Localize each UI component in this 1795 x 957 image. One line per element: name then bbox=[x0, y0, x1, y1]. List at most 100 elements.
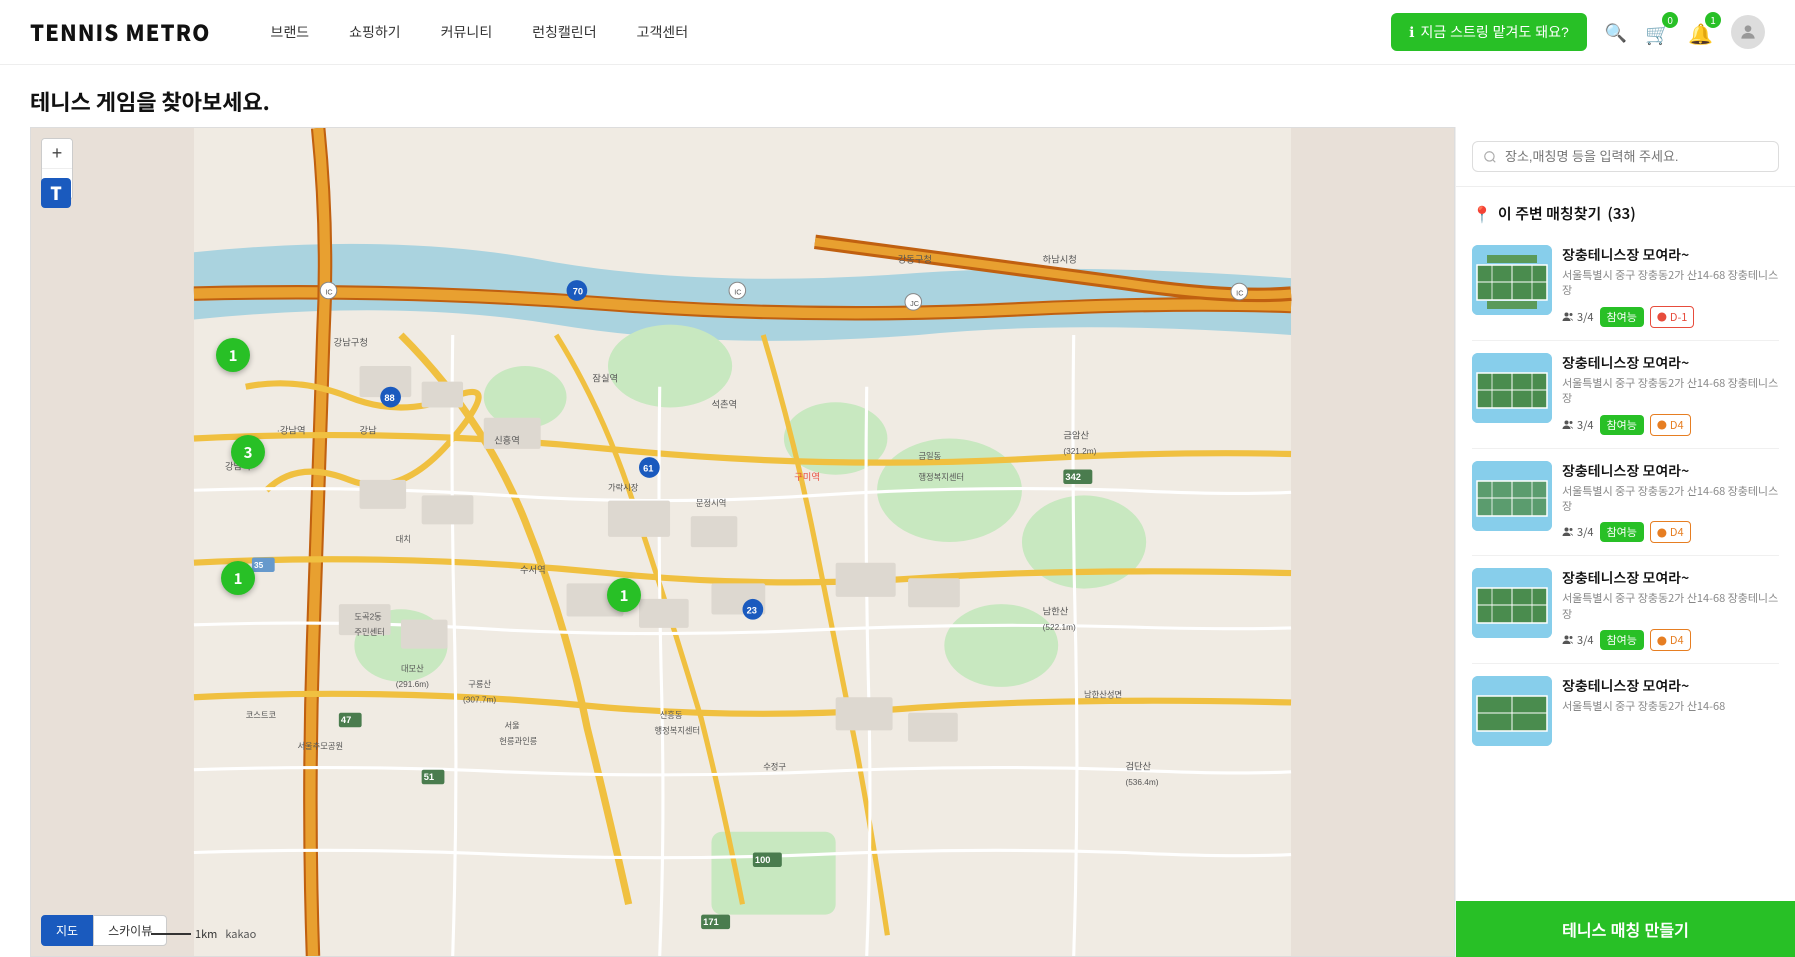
venue-item[interactable]: 장충테니스장 모여라~ 서울특별시 중구 장충동2가 산14-68 장충테니스장… bbox=[1472, 556, 1779, 664]
svg-text:대모산: 대모산 bbox=[401, 663, 424, 673]
venue-info: 장충테니스장 모여라~ 서울특별시 중구 장충동2가 산14-68 bbox=[1562, 676, 1779, 746]
venue-item[interactable]: 장충테니스장 모여라~ 서울특별시 중구 장충동2가 산14-68 장충테니스장… bbox=[1472, 341, 1779, 449]
svg-text:주민센터: 주민센터 bbox=[354, 627, 384, 637]
header-right: ℹ 지금 스트링 맡겨도 돼요? 🔍 🛒 0 🔔 1 bbox=[1391, 13, 1765, 51]
venue-people: 3/4 bbox=[1562, 417, 1594, 433]
nearby-count: (33) bbox=[1607, 203, 1635, 224]
venue-thumbnail bbox=[1472, 353, 1552, 423]
map-view-button[interactable]: 지도 bbox=[41, 915, 93, 946]
svg-text:35: 35 bbox=[254, 561, 264, 570]
venue-name: 장충테니스장 모여라~ bbox=[1562, 245, 1779, 265]
venue-tags: 3/4 참여능 ● D4 bbox=[1562, 521, 1779, 543]
nav-support[interactable]: 고객센터 bbox=[637, 22, 689, 42]
right-panel: 📍 이 주변 매칭찾기 (33) bbox=[1455, 127, 1795, 957]
venue-info: 장충테니스장 모여라~ 서울특별시 중구 장충동2가 산14-68 장충테니스장… bbox=[1562, 568, 1779, 651]
venue-address: 서울특별시 중구 장충동2가 산14-68 장충테니스장 bbox=[1562, 591, 1779, 622]
svg-text:금일동: 금일동 bbox=[918, 452, 941, 461]
svg-text:강남구청: 강남구청 bbox=[334, 337, 368, 347]
venue-thumbnail bbox=[1472, 245, 1552, 315]
svg-text:남한산: 남한산 bbox=[1043, 606, 1069, 616]
svg-text:47: 47 bbox=[341, 715, 351, 725]
venue-deadline: ● D4 bbox=[1650, 521, 1691, 543]
venue-tags: 3/4 참여능 ● D4 bbox=[1562, 629, 1779, 651]
venue-name: 장충테니스장 모여라~ bbox=[1562, 676, 1779, 696]
bell-icon[interactable]: 🔔 1 bbox=[1688, 18, 1713, 47]
search-input-wrap bbox=[1472, 141, 1779, 172]
svg-text:171: 171 bbox=[703, 917, 719, 927]
create-match-button[interactable]: 테니스 매칭 만들기 bbox=[1456, 901, 1795, 957]
svg-text:강동구청: 강동구청 bbox=[898, 255, 932, 265]
svg-text:대치: 대치 bbox=[396, 535, 411, 544]
avatar[interactable] bbox=[1731, 15, 1765, 49]
map-pin-3[interactable]: 1 bbox=[221, 561, 255, 595]
cart-badge: 0 bbox=[1662, 12, 1678, 28]
logo[interactable]: TENNIS METRO bbox=[30, 16, 210, 48]
scale-label: 1km bbox=[195, 926, 217, 942]
nearby-title: 이 주변 매칭찾기 bbox=[1498, 203, 1601, 224]
venue-deadline: ● D-1 bbox=[1650, 306, 1695, 328]
svg-text:석촌역: 석촌역 bbox=[711, 399, 737, 409]
svg-text:서울: 서울 bbox=[504, 721, 520, 730]
svg-text:서울추모공원: 서울추모공원 bbox=[297, 742, 343, 751]
venue-address: 서울특별시 중구 장충동2가 산14-68 장충테니스장 bbox=[1562, 268, 1779, 299]
venue-thumbnail bbox=[1472, 676, 1552, 746]
venue-deadline: ● D4 bbox=[1650, 629, 1691, 651]
map-pin-1[interactable]: 1 bbox=[216, 338, 250, 372]
svg-text:IC: IC bbox=[734, 288, 741, 297]
venue-status: 참여능 bbox=[1600, 307, 1644, 327]
venue-people: 3/4 bbox=[1562, 632, 1594, 648]
svg-text:(536.4m): (536.4m) bbox=[1125, 778, 1158, 787]
header: TENNIS METRO 브랜드 쇼핑하기 커뮤니티 런칭캘린더 고객센터 ℹ … bbox=[0, 0, 1795, 65]
svg-text:51: 51 bbox=[424, 772, 434, 782]
svg-text:(522.1m): (522.1m) bbox=[1043, 623, 1076, 632]
venue-item[interactable]: 장충테니스장 모여라~ 서울특별시 중구 장충동2가 산14-68 장충테니스장… bbox=[1472, 233, 1779, 341]
venue-item[interactable]: 장충테니스장 모여라~ 서울특별시 중구 장충동2가 산14-68 bbox=[1472, 664, 1779, 758]
search-input[interactable] bbox=[1505, 149, 1768, 164]
nav-shop[interactable]: 쇼핑하기 bbox=[349, 22, 401, 42]
svg-text:금암산: 금암산 bbox=[1063, 430, 1089, 441]
svg-text:잠실역: 잠실역 bbox=[592, 374, 618, 384]
venue-status: 참여능 bbox=[1600, 415, 1644, 435]
map-area[interactable]: 강남구청 강남 신흥역 잠실역 석촌역 가락시장 문정시역 구미역 대치 수서역… bbox=[30, 127, 1455, 957]
venue-status: 참여능 bbox=[1600, 522, 1644, 542]
svg-text:문정시역: 문정시역 bbox=[696, 498, 726, 508]
svg-text:강남: 강남 bbox=[360, 425, 378, 435]
venue-thumbnail bbox=[1472, 461, 1552, 531]
zoom-in-button[interactable]: + bbox=[42, 139, 72, 169]
map-pin-4[interactable]: 1 bbox=[607, 578, 641, 612]
map-pin-2[interactable]: 3 bbox=[231, 435, 265, 469]
venue-info: 장충테니스장 모여라~ 서울특별시 중구 장충동2가 산14-68 장충테니스장… bbox=[1562, 245, 1779, 328]
venue-address: 서울특별시 중구 장충동2가 산14-68 장충테니스장 bbox=[1562, 376, 1779, 407]
nav-calendar[interactable]: 런칭캘린더 bbox=[532, 22, 596, 42]
cart-icon[interactable]: 🛒 0 bbox=[1645, 18, 1670, 47]
svg-text:88: 88 bbox=[384, 393, 394, 403]
svg-text:(321.2m): (321.2m) bbox=[1063, 447, 1096, 456]
venue-address: 서울특별시 중구 장충동2가 산14-68 장충테니스장 bbox=[1562, 484, 1779, 515]
svg-text:61: 61 bbox=[643, 464, 653, 474]
venue-status: 참여능 bbox=[1600, 630, 1644, 650]
search-icon[interactable]: 🔍 bbox=[1605, 19, 1627, 45]
svg-text:헌릉과인릉: 헌릉과인릉 bbox=[499, 736, 537, 746]
nav-brand[interactable]: 브랜드 bbox=[270, 22, 309, 42]
svg-text:검단산: 검단산 bbox=[1125, 761, 1151, 772]
svg-text:신흥동: 신흥동 bbox=[660, 710, 683, 720]
nav-community[interactable]: 커뮤니티 bbox=[441, 22, 493, 42]
nearby-header: 📍 이 주변 매칭찾기 (33) bbox=[1456, 187, 1795, 233]
venue-info: 장충테니스장 모여라~ 서울특별시 중구 장충동2가 산14-68 장충테니스장… bbox=[1562, 353, 1779, 436]
map-bottom-bar: 지도 스카이뷰 bbox=[41, 915, 167, 946]
page-title: 테니스 게임을 찾아보세요. bbox=[0, 65, 1795, 127]
info-icon: ℹ bbox=[1409, 24, 1414, 41]
svg-text:(307.7m): (307.7m) bbox=[463, 695, 496, 704]
svg-text:70: 70 bbox=[573, 287, 583, 297]
svg-text:도곡2동: 도곡2동 bbox=[354, 613, 382, 622]
svg-text:100: 100 bbox=[755, 855, 771, 865]
search-icon bbox=[1483, 150, 1497, 164]
cta-button[interactable]: ℹ 지금 스트링 맡겨도 돼요? bbox=[1391, 13, 1587, 51]
svg-text:구룡산: 구룡산 bbox=[468, 679, 491, 689]
venue-tags: 3/4 참여능 ● D4 bbox=[1562, 414, 1779, 436]
svg-text:행정복지센터: 행정복지센터 bbox=[655, 725, 701, 735]
svg-text:하남시청: 하남시청 bbox=[1043, 255, 1077, 265]
svg-text:수정구: 수정구 bbox=[763, 762, 786, 772]
venue-item[interactable]: 장충테니스장 모여라~ 서울특별시 중구 장충동2가 산14-68 장충테니스장… bbox=[1472, 449, 1779, 557]
nav: 브랜드 쇼핑하기 커뮤니티 런칭캘린더 고객센터 bbox=[270, 22, 1391, 42]
